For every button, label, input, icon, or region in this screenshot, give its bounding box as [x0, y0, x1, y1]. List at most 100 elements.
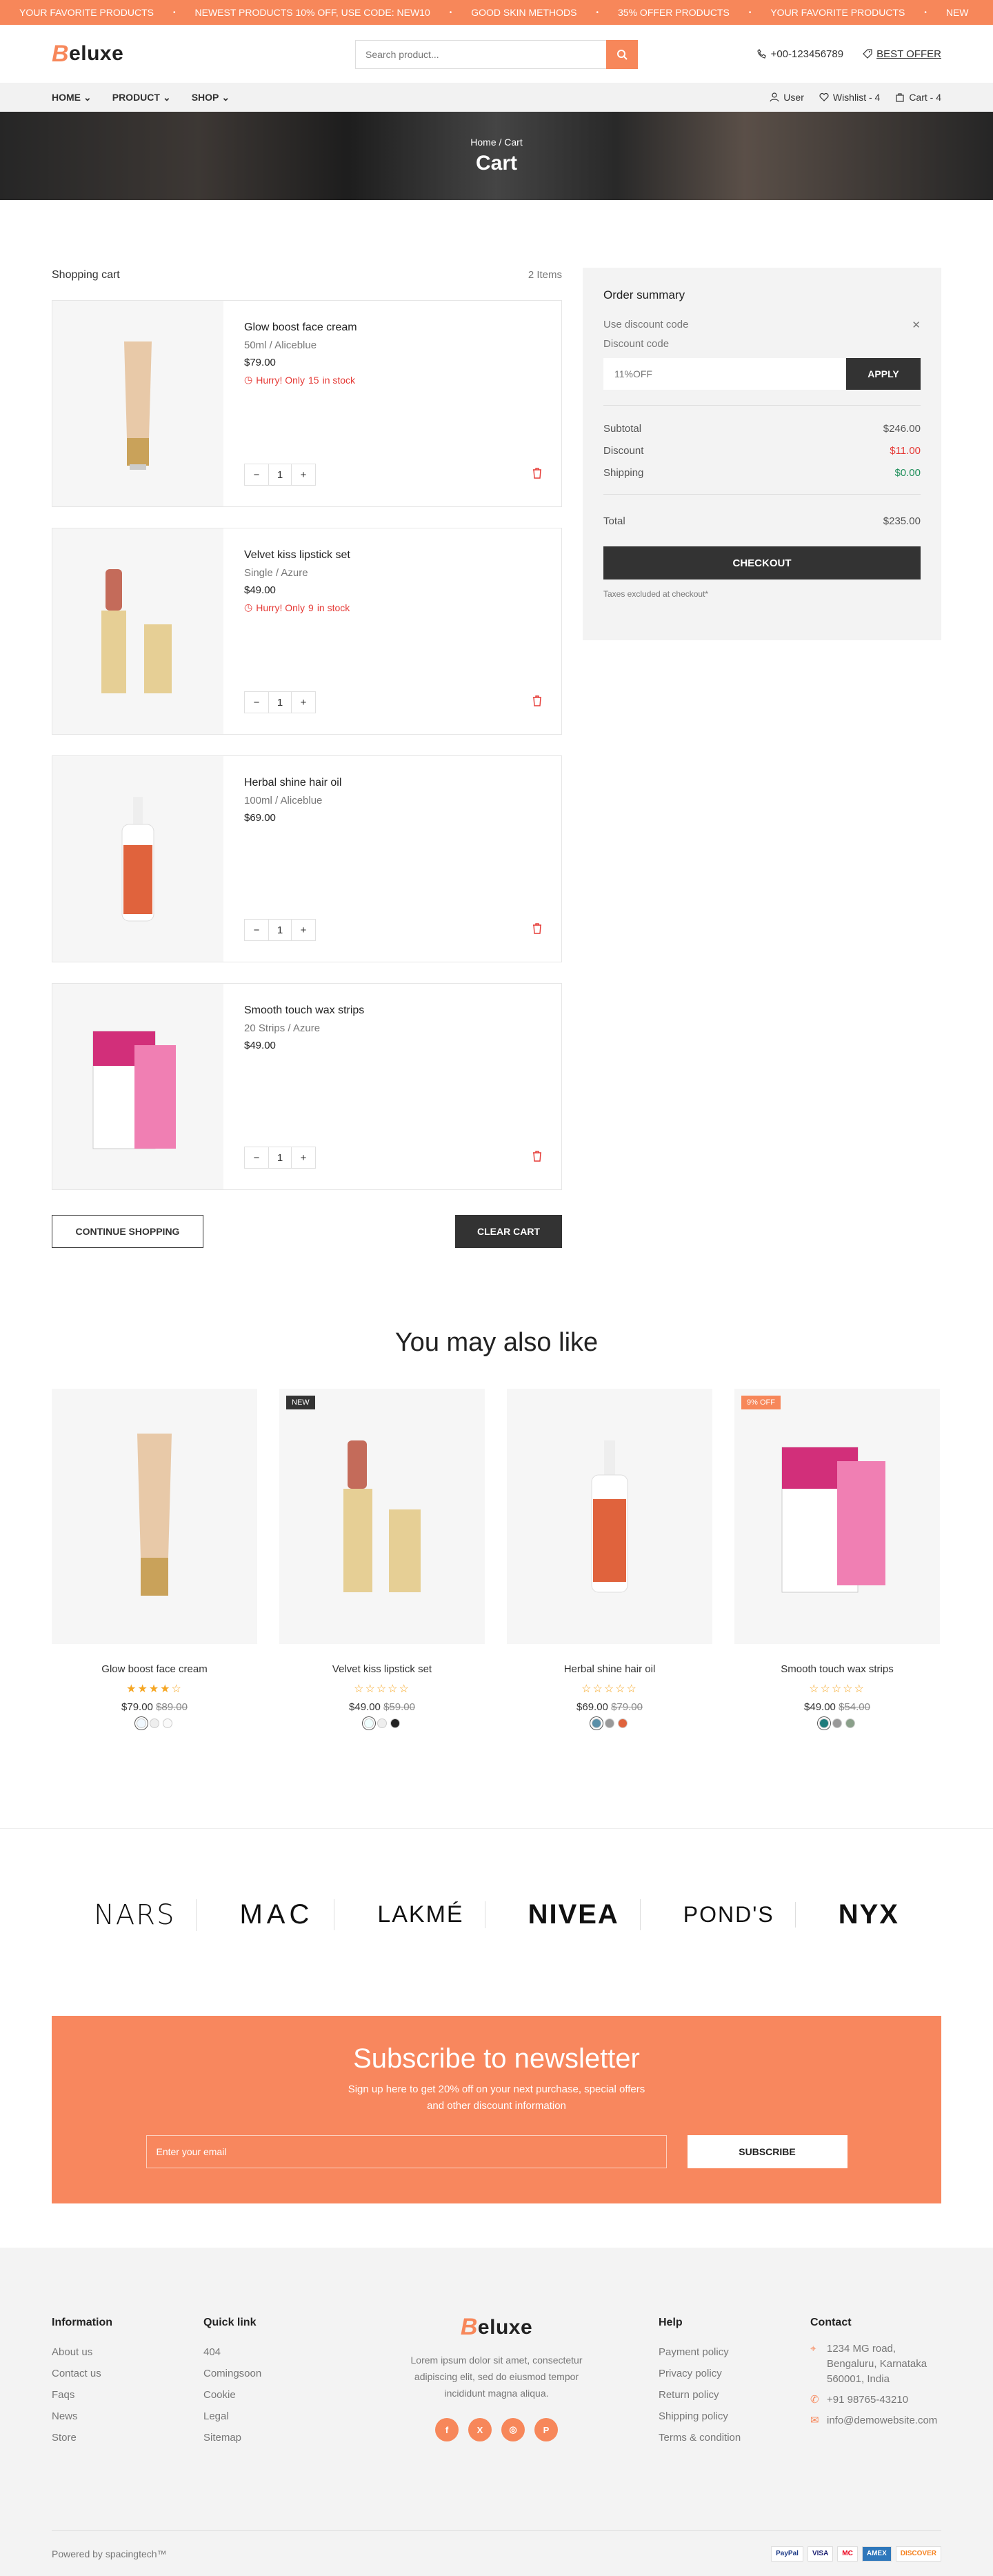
- footer-link[interactable]: Contact us: [52, 2363, 112, 2384]
- product-image[interactable]: [52, 756, 223, 962]
- product-card[interactable]: Herbal shine hair oil ☆☆☆☆☆ $69.00 $79.0…: [507, 1389, 712, 1728]
- user-link[interactable]: User: [770, 92, 804, 103]
- color-swatch[interactable]: [819, 1718, 829, 1728]
- product-card[interactable]: Glow boost face cream ★★★★☆ $79.00 $89.0…: [52, 1389, 257, 1728]
- footer-link[interactable]: News: [52, 2406, 112, 2427]
- color-swatch[interactable]: [605, 1718, 614, 1728]
- product-name[interactable]: Smooth touch wax strips: [734, 1663, 940, 1675]
- remove-button[interactable]: [532, 468, 542, 482]
- footer-link[interactable]: Faqs: [52, 2384, 112, 2406]
- color-swatch[interactable]: [390, 1718, 400, 1728]
- wax-strips-box-image: [92, 1031, 176, 1149]
- footer-quick-column: Quick link 404 Comingsoon Cookie Legal S…: [203, 2317, 261, 2448]
- color-swatch[interactable]: [364, 1718, 374, 1728]
- remove-button[interactable]: [532, 695, 542, 709]
- footer-link[interactable]: Terms & condition: [659, 2427, 741, 2448]
- cart-link[interactable]: Cart - 4: [895, 92, 941, 103]
- brand-logo[interactable]: NYX: [818, 1899, 920, 1930]
- footer-link[interactable]: Return policy: [659, 2384, 741, 2406]
- footer-logo[interactable]: Beluxe: [393, 2314, 600, 2341]
- color-swatch[interactable]: [832, 1718, 842, 1728]
- product-card[interactable]: NEW Velvet kiss lipstick set ☆☆☆☆☆ $49.0…: [279, 1389, 485, 1728]
- footer-link[interactable]: Store: [52, 2427, 112, 2448]
- nav-item-product[interactable]: PRODUCT ⌄: [112, 92, 171, 103]
- footer-link[interactable]: Payment policy: [659, 2341, 741, 2363]
- quantity-value[interactable]: 1: [268, 1147, 292, 1168]
- color-swatch[interactable]: [163, 1718, 172, 1728]
- product-image[interactable]: [507, 1389, 712, 1644]
- product-image[interactable]: [52, 301, 223, 506]
- footer-link[interactable]: 404: [203, 2341, 261, 2363]
- cart-item-name[interactable]: Herbal shine hair oil: [244, 777, 541, 789]
- color-swatch[interactable]: [618, 1718, 628, 1728]
- color-swatch[interactable]: [137, 1718, 146, 1728]
- increase-button[interactable]: +: [292, 920, 315, 940]
- discount-code-input[interactable]: [603, 358, 846, 390]
- nav-item-home[interactable]: HOME ⌄: [52, 92, 92, 103]
- brand-logo[interactable]: NIVEA: [508, 1899, 641, 1930]
- footer-link[interactable]: Shipping policy: [659, 2406, 741, 2427]
- color-swatch[interactable]: [377, 1718, 387, 1728]
- instagram-icon[interactable]: ◎: [501, 2418, 525, 2441]
- close-icon[interactable]: ✕: [912, 319, 921, 331]
- product-card[interactable]: 9% OFF Smooth touch wax strips ☆☆☆☆☆ $49…: [734, 1389, 940, 1728]
- cart-item-name[interactable]: Glow boost face cream: [244, 321, 541, 334]
- facebook-icon[interactable]: f: [435, 2418, 459, 2441]
- color-swatch[interactable]: [845, 1718, 855, 1728]
- product-name[interactable]: Glow boost face cream: [52, 1663, 257, 1675]
- discount-toggle[interactable]: Use discount code ✕: [603, 319, 921, 331]
- brand-logo[interactable]: NARS: [73, 1899, 197, 1931]
- nav-item-shop[interactable]: SHOP ⌄: [192, 92, 230, 103]
- product-name[interactable]: Herbal shine hair oil: [507, 1663, 712, 1675]
- footer-link[interactable]: Privacy policy: [659, 2363, 741, 2384]
- cart-item-name[interactable]: Velvet kiss lipstick set: [244, 549, 541, 562]
- quantity-value[interactable]: 1: [268, 464, 292, 485]
- quantity-value[interactable]: 1: [268, 920, 292, 940]
- increase-button[interactable]: +: [292, 1147, 315, 1168]
- footer-phone[interactable]: ✆ +91 98765-43210: [810, 2392, 941, 2408]
- x-icon[interactable]: X: [468, 2418, 492, 2441]
- wishlist-link[interactable]: Wishlist - 4: [819, 92, 880, 103]
- decrease-button[interactable]: −: [245, 692, 268, 713]
- apply-button[interactable]: APPLY: [846, 358, 921, 390]
- clear-cart-button[interactable]: CLEAR CART: [455, 1215, 562, 1248]
- footer-link[interactable]: Sitemap: [203, 2427, 261, 2448]
- product-name[interactable]: Velvet kiss lipstick set: [279, 1663, 485, 1675]
- pinterest-icon[interactable]: P: [534, 2418, 558, 2441]
- phone-link[interactable]: +00-123456789: [756, 48, 843, 60]
- checkout-button[interactable]: CHECKOUT: [603, 546, 921, 579]
- search-button[interactable]: [606, 40, 638, 69]
- site-logo[interactable]: Beluxe: [52, 41, 123, 68]
- footer-link[interactable]: Legal: [203, 2406, 261, 2427]
- product-image[interactable]: [52, 528, 223, 734]
- increase-button[interactable]: +: [292, 692, 315, 713]
- continue-shopping-button[interactable]: CONTINUE SHOPPING: [52, 1215, 203, 1248]
- footer-link[interactable]: About us: [52, 2341, 112, 2363]
- brand-logo[interactable]: MAC: [219, 1899, 335, 1930]
- search-input[interactable]: [355, 40, 606, 69]
- decrease-button[interactable]: −: [245, 920, 268, 940]
- decrease-button[interactable]: −: [245, 464, 268, 485]
- quantity-value[interactable]: 1: [268, 692, 292, 713]
- product-image[interactable]: 9% OFF: [734, 1389, 940, 1644]
- email-input[interactable]: [146, 2135, 667, 2168]
- breadcrumb[interactable]: Home / Cart: [470, 137, 522, 148]
- remove-button[interactable]: [532, 923, 542, 937]
- best-offer-link[interactable]: BEST OFFER: [863, 48, 941, 60]
- color-swatch[interactable]: [150, 1718, 159, 1728]
- subscribe-button[interactable]: SUBSCRIBE: [687, 2135, 847, 2168]
- remove-button[interactable]: [532, 1151, 542, 1165]
- product-image[interactable]: [52, 1389, 257, 1644]
- product-image[interactable]: NEW: [279, 1389, 485, 1644]
- footer-info-column: Information About us Contact us Faqs New…: [52, 2317, 112, 2448]
- decrease-button[interactable]: −: [245, 1147, 268, 1168]
- increase-button[interactable]: +: [292, 464, 315, 485]
- product-image[interactable]: [52, 984, 223, 1189]
- footer-email[interactable]: ✉ info@demowebsite.com: [810, 2413, 941, 2428]
- footer-link[interactable]: Cookie: [203, 2384, 261, 2406]
- footer-link[interactable]: Comingsoon: [203, 2363, 261, 2384]
- color-swatch[interactable]: [592, 1718, 601, 1728]
- cart-item-name[interactable]: Smooth touch wax strips: [244, 1004, 541, 1017]
- brand-logo[interactable]: LAKMÉ: [357, 1901, 485, 1928]
- brand-logo[interactable]: POND'S: [663, 1902, 796, 1928]
